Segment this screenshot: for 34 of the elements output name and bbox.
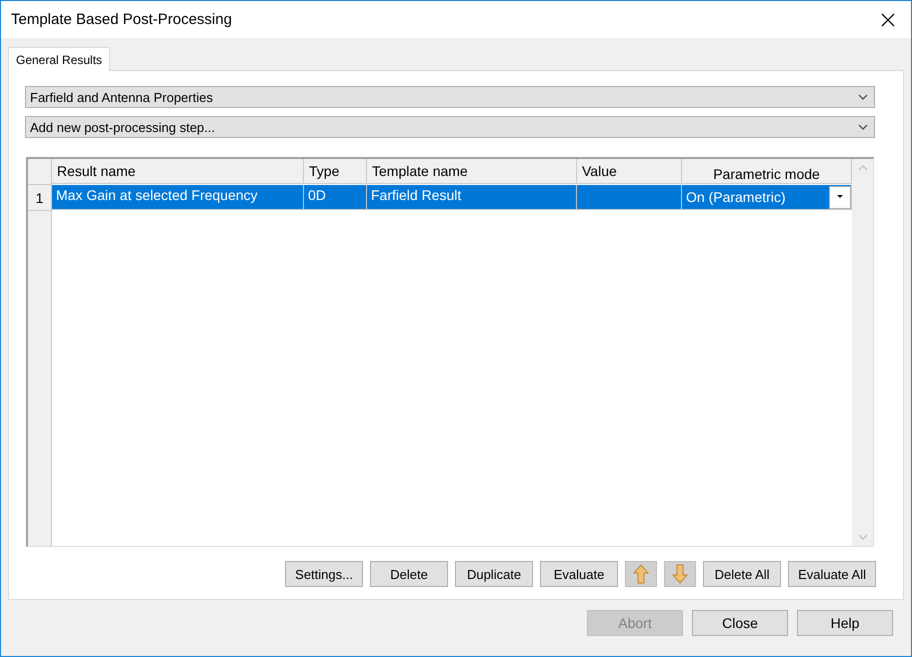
- column-header[interactable]: Template name: [367, 159, 577, 184]
- mode-dropdown[interactable]: On (Parametric): [682, 185, 852, 210]
- table-cell: 0D: [304, 185, 367, 210]
- dropdown[interactable]: Farfield and Antenna Properties: [25, 86, 875, 108]
- scrollbar[interactable]: [852, 159, 873, 546]
- arrow-up-icon: [633, 564, 650, 584]
- chevron-down-icon: [858, 94, 868, 100]
- dialog-button[interactable]: Close: [692, 610, 788, 636]
- table-cell: Farfield Result: [367, 185, 577, 210]
- chevron-down-icon[interactable]: [858, 534, 868, 540]
- action-button[interactable]: Delete All: [703, 561, 782, 587]
- dropdown-button[interactable]: [829, 186, 851, 208]
- action-button[interactable]: Evaluate: [540, 561, 618, 587]
- chevron-up-icon[interactable]: [858, 165, 868, 171]
- table-cell: Max Gain at selected Frequency: [52, 185, 304, 210]
- caret-icon: [837, 195, 843, 199]
- dropdown[interactable]: Add new post-processing step...: [25, 116, 875, 138]
- tab[interactable]: General Results: [8, 47, 110, 71]
- action-button[interactable]: Duplicate: [455, 561, 534, 587]
- column-header[interactable]: Value: [577, 159, 682, 184]
- action-button[interactable]: Evaluate All: [788, 561, 876, 587]
- column-header[interactable]: Parametric mode: [682, 159, 852, 184]
- move-up-button[interactable]: [625, 561, 658, 587]
- arrow-down-icon: [672, 564, 688, 584]
- column-header[interactable]: Result name: [52, 159, 304, 184]
- action-button[interactable]: Settings...: [285, 561, 364, 587]
- dialog-button[interactable]: Help: [797, 610, 893, 636]
- action-button[interactable]: Delete: [370, 561, 448, 587]
- move-down-button[interactable]: [664, 561, 696, 587]
- chevron-down-icon: [858, 124, 868, 130]
- column-header[interactable]: Type: [304, 159, 367, 184]
- window-title: Template Based Post-Processing: [11, 11, 232, 28]
- row-number: 1: [28, 185, 52, 211]
- header-corner[interactable]: [28, 159, 52, 185]
